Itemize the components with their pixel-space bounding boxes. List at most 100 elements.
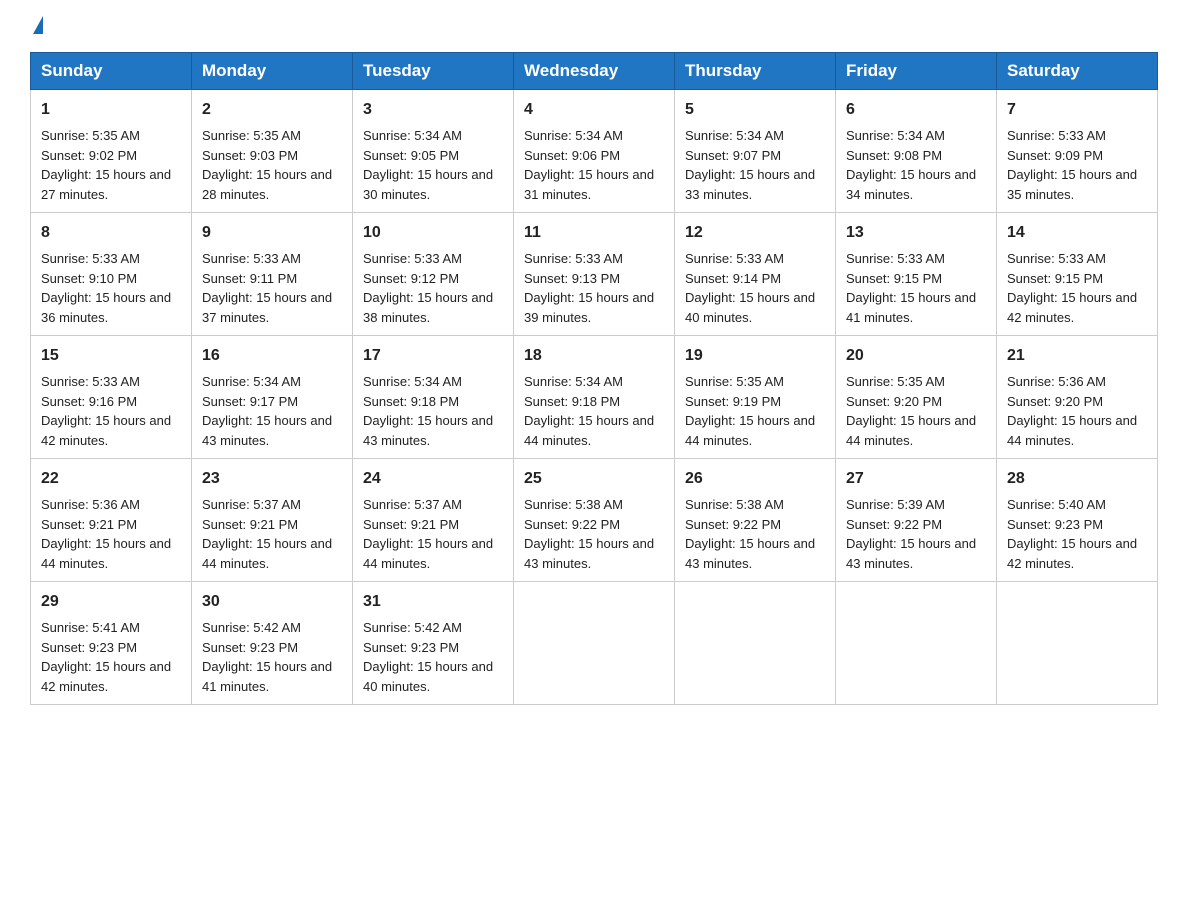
calendar-cell: 5Sunrise: 5:34 AMSunset: 9:07 PMDaylight…	[675, 90, 836, 213]
day-sunrise: Sunrise: 5:36 AM	[41, 497, 140, 512]
day-sunset: Sunset: 9:15 PM	[846, 271, 942, 286]
day-sunset: Sunset: 9:18 PM	[363, 394, 459, 409]
day-sunset: Sunset: 9:17 PM	[202, 394, 298, 409]
day-sunset: Sunset: 9:21 PM	[202, 517, 298, 532]
day-number: 24	[363, 467, 503, 491]
day-number: 4	[524, 98, 664, 122]
day-sunrise: Sunrise: 5:39 AM	[846, 497, 945, 512]
calendar-cell: 4Sunrise: 5:34 AMSunset: 9:06 PMDaylight…	[514, 90, 675, 213]
day-sunset: Sunset: 9:12 PM	[363, 271, 459, 286]
day-sunset: Sunset: 9:19 PM	[685, 394, 781, 409]
day-sunrise: Sunrise: 5:42 AM	[202, 620, 301, 635]
day-daylight: Daylight: 15 hours and 44 minutes.	[41, 536, 171, 571]
day-sunset: Sunset: 9:21 PM	[363, 517, 459, 532]
day-sunrise: Sunrise: 5:37 AM	[202, 497, 301, 512]
day-sunset: Sunset: 9:14 PM	[685, 271, 781, 286]
day-sunrise: Sunrise: 5:33 AM	[41, 251, 140, 266]
week-row-2: 8 Sunrise: 5:33 AM Sunset: 9:10 PM Daylight…	[31, 213, 1158, 336]
calendar-cell: 10Sunrise: 5:33 AMSunset: 9:12 PMDayligh…	[353, 213, 514, 336]
calendar-cell: 15Sunrise: 5:33 AMSunset: 9:16 PMDayligh…	[31, 336, 192, 459]
day-daylight: Daylight: 15 hours and 43 minutes.	[202, 413, 332, 448]
day-sunset: Sunset: 9:22 PM	[685, 517, 781, 532]
day-number: 11	[524, 221, 664, 245]
calendar-cell: 22 Sunrise: 5:36 AM Sunset: 9:21 PM Dayligh…	[31, 459, 192, 582]
page-header	[30, 20, 1158, 34]
day-sunset: Sunset: 9:15 PM	[1007, 271, 1103, 286]
day-number: 29	[41, 590, 181, 614]
header-saturday: Saturday	[997, 53, 1158, 90]
calendar-header-row: SundayMondayTuesdayWednesdayThursdayFrid…	[31, 53, 1158, 90]
day-daylight: Daylight: 15 hours and 43 minutes.	[685, 536, 815, 571]
calendar-cell	[675, 582, 836, 705]
calendar-table: SundayMondayTuesdayWednesdayThursdayFrid…	[30, 52, 1158, 705]
calendar-cell: 7Sunrise: 5:33 AMSunset: 9:09 PMDaylight…	[997, 90, 1158, 213]
day-sunset: Sunset: 9:23 PM	[1007, 517, 1103, 532]
day-daylight: Daylight: 15 hours and 43 minutes.	[524, 536, 654, 571]
day-daylight: Daylight: 15 hours and 44 minutes.	[685, 413, 815, 448]
day-sunrise: Sunrise: 5:41 AM	[41, 620, 140, 635]
day-daylight: Daylight: 15 hours and 28 minutes.	[202, 167, 332, 202]
day-daylight: Daylight: 15 hours and 35 minutes.	[1007, 167, 1137, 202]
calendar-cell: 18Sunrise: 5:34 AMSunset: 9:18 PMDayligh…	[514, 336, 675, 459]
day-number: 1	[41, 98, 181, 122]
day-number: 5	[685, 98, 825, 122]
day-sunrise: Sunrise: 5:35 AM	[41, 128, 140, 143]
header-monday: Monday	[192, 53, 353, 90]
day-number: 6	[846, 98, 986, 122]
day-sunset: Sunset: 9:21 PM	[41, 517, 137, 532]
day-daylight: Daylight: 15 hours and 33 minutes.	[685, 167, 815, 202]
day-number: 8	[41, 221, 181, 245]
day-number: 12	[685, 221, 825, 245]
day-sunrise: Sunrise: 5:37 AM	[363, 497, 462, 512]
day-daylight: Daylight: 15 hours and 36 minutes.	[41, 290, 171, 325]
day-sunset: Sunset: 9:05 PM	[363, 148, 459, 163]
day-sunrise: Sunrise: 5:33 AM	[41, 374, 140, 389]
day-number: 3	[363, 98, 503, 122]
day-sunrise: Sunrise: 5:33 AM	[202, 251, 301, 266]
day-daylight: Daylight: 15 hours and 27 minutes.	[41, 167, 171, 202]
logo	[30, 20, 43, 34]
day-sunrise: Sunrise: 5:33 AM	[524, 251, 623, 266]
day-number: 9	[202, 221, 342, 245]
day-number: 26	[685, 467, 825, 491]
calendar-cell: 30Sunrise: 5:42 AMSunset: 9:23 PMDayligh…	[192, 582, 353, 705]
day-sunset: Sunset: 9:23 PM	[41, 640, 137, 655]
day-number: 22	[41, 467, 181, 491]
day-sunrise: Sunrise: 5:36 AM	[1007, 374, 1106, 389]
day-sunset: Sunset: 9:11 PM	[202, 271, 297, 286]
day-sunrise: Sunrise: 5:33 AM	[846, 251, 945, 266]
day-number: 7	[1007, 98, 1147, 122]
calendar-cell: 12Sunrise: 5:33 AMSunset: 9:14 PMDayligh…	[675, 213, 836, 336]
day-sunrise: Sunrise: 5:33 AM	[685, 251, 784, 266]
day-sunrise: Sunrise: 5:40 AM	[1007, 497, 1106, 512]
day-daylight: Daylight: 15 hours and 44 minutes.	[363, 536, 493, 571]
day-number: 30	[202, 590, 342, 614]
day-daylight: Daylight: 15 hours and 43 minutes.	[846, 536, 976, 571]
day-daylight: Daylight: 15 hours and 37 minutes.	[202, 290, 332, 325]
day-number: 18	[524, 344, 664, 368]
header-sunday: Sunday	[31, 53, 192, 90]
day-number: 15	[41, 344, 181, 368]
day-number: 28	[1007, 467, 1147, 491]
calendar-cell: 27Sunrise: 5:39 AMSunset: 9:22 PMDayligh…	[836, 459, 997, 582]
week-row-4: 22 Sunrise: 5:36 AM Sunset: 9:21 PM Dayligh…	[31, 459, 1158, 582]
day-sunset: Sunset: 9:16 PM	[41, 394, 137, 409]
calendar-cell: 13Sunrise: 5:33 AMSunset: 9:15 PMDayligh…	[836, 213, 997, 336]
header-thursday: Thursday	[675, 53, 836, 90]
day-sunset: Sunset: 9:10 PM	[41, 271, 137, 286]
day-sunrise: Sunrise: 5:34 AM	[846, 128, 945, 143]
day-daylight: Daylight: 15 hours and 44 minutes.	[846, 413, 976, 448]
day-sunset: Sunset: 9:22 PM	[846, 517, 942, 532]
day-number: 14	[1007, 221, 1147, 245]
week-row-1: 1Sunrise: 5:35 AMSunset: 9:02 PMDaylight…	[31, 90, 1158, 213]
day-daylight: Daylight: 15 hours and 42 minutes.	[41, 659, 171, 694]
calendar-cell: 28Sunrise: 5:40 AMSunset: 9:23 PMDayligh…	[997, 459, 1158, 582]
calendar-cell: 20Sunrise: 5:35 AMSunset: 9:20 PMDayligh…	[836, 336, 997, 459]
day-sunrise: Sunrise: 5:34 AM	[685, 128, 784, 143]
day-number: 19	[685, 344, 825, 368]
calendar-cell: 1Sunrise: 5:35 AMSunset: 9:02 PMDaylight…	[31, 90, 192, 213]
calendar-cell: 2Sunrise: 5:35 AMSunset: 9:03 PMDaylight…	[192, 90, 353, 213]
calendar-cell: 11Sunrise: 5:33 AMSunset: 9:13 PMDayligh…	[514, 213, 675, 336]
day-daylight: Daylight: 15 hours and 38 minutes.	[363, 290, 493, 325]
day-daylight: Daylight: 15 hours and 44 minutes.	[1007, 413, 1137, 448]
